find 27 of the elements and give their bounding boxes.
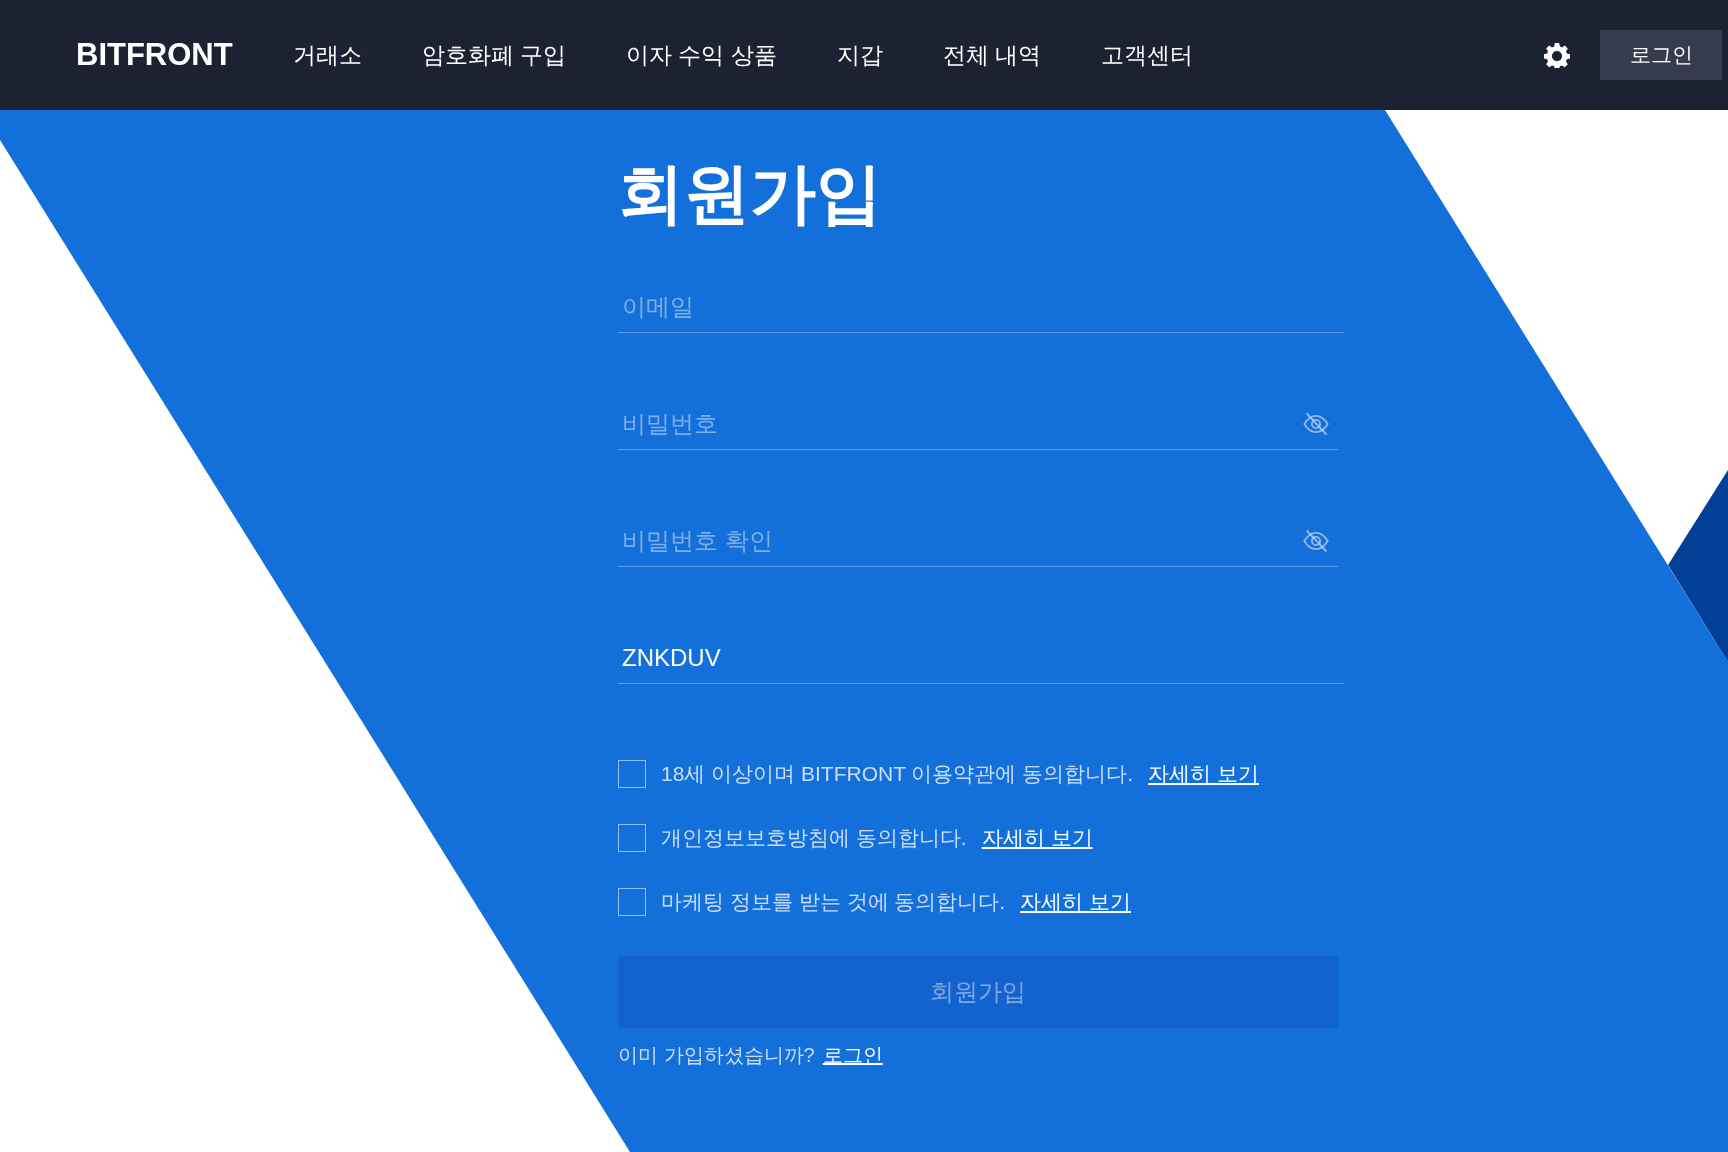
login-prompt: 이미 가입하셨습니까?	[618, 1043, 815, 1068]
page-title: 회원가입	[618, 155, 882, 232]
nav-link[interactable]: 전체 내역	[912, 39, 1072, 71]
hidden-eye-icon[interactable]	[1302, 527, 1330, 555]
agreement-text: 18세 이상이며 BITFRONT 이용약관에 동의합니다.	[661, 761, 1134, 787]
details-link[interactable]: 자세히 보기	[981, 824, 1093, 852]
details-link[interactable]: 자세히 보기	[1148, 760, 1259, 788]
input-field[interactable]: ZNKDUV	[618, 636, 1344, 680]
checkbox[interactable]	[618, 824, 646, 852]
nav-link[interactable]: 이자 수익 상품	[596, 39, 807, 71]
login-button[interactable]: 로그인	[1600, 30, 1722, 80]
hidden-eye-icon[interactable]	[1302, 410, 1330, 438]
password-field[interactable]: 비밀번호 확인	[618, 519, 1302, 563]
checkbox[interactable]	[618, 760, 646, 788]
password-field[interactable]: 비밀번호	[618, 402, 1302, 446]
checkbox[interactable]	[618, 888, 646, 916]
details-link[interactable]: 자세히 보기	[1020, 888, 1132, 916]
agreement-text: 개인정보보호방침에 동의합니다.	[661, 825, 967, 851]
agreement-text: 마케팅 정보를 받는 것에 동의합니다.	[661, 889, 1006, 915]
nav-link[interactable]: 고객센터	[1071, 39, 1224, 71]
nav-link[interactable]: 암호화폐 구입	[391, 39, 597, 71]
nav-link[interactable]: 거래소	[262, 39, 392, 71]
input-field[interactable]: 이메일	[618, 285, 1344, 329]
logo[interactable]: BITFRONT	[76, 37, 233, 73]
nav-link[interactable]: 지갑	[806, 39, 913, 71]
settings-icon[interactable]	[1544, 42, 1570, 68]
login-link[interactable]: 로그인	[822, 1042, 883, 1069]
